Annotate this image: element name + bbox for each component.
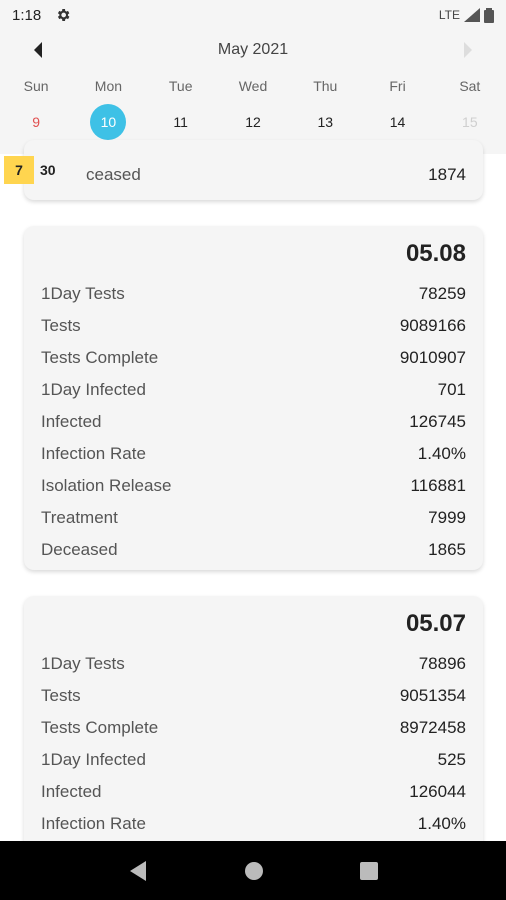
stat-row: Infection Rate 1.40% bbox=[41, 438, 466, 470]
weekday-label: Wed bbox=[238, 78, 268, 94]
stat-label: 1Day Tests bbox=[41, 654, 125, 673]
stat-row: 1Day Infected 525 bbox=[41, 744, 466, 776]
stat-row: Tests Complete 8972458 bbox=[41, 712, 466, 744]
stat-row: Infected 126745 bbox=[41, 406, 466, 438]
stat-row: 1Day Tests 78896 bbox=[41, 648, 466, 680]
stat-value: 1.40% bbox=[417, 444, 466, 463]
stat-value: 1.40% bbox=[417, 814, 466, 833]
badge-number: 7 bbox=[4, 156, 34, 184]
stat-label: Isolation Release bbox=[41, 476, 172, 495]
home-icon[interactable] bbox=[244, 861, 264, 881]
stat-label: Infection Rate bbox=[41, 814, 146, 833]
stat-label: Infected bbox=[41, 782, 102, 801]
signal-icon bbox=[464, 8, 480, 22]
weekday-label: Fri bbox=[389, 78, 406, 94]
network-type: LTE bbox=[438, 8, 460, 22]
calendar-day[interactable]: 13 bbox=[289, 102, 361, 142]
weekday-label: Sun bbox=[23, 78, 49, 94]
stats-card[interactable]: 05.08 1Day Tests 78259 Tests 9089166 Tests… bbox=[24, 226, 483, 570]
weekday-label: Mon bbox=[94, 78, 123, 94]
floating-badge: 7 30 bbox=[4, 156, 56, 184]
day-row: 9 10 11 12 13 14 15 bbox=[0, 102, 506, 142]
status-bar: 1:18 LTE bbox=[0, 0, 506, 30]
badge-count: 30 bbox=[40, 162, 56, 178]
stat-value: 7999 bbox=[428, 508, 466, 527]
stat-label: Infected bbox=[41, 412, 102, 431]
stat-row: Infected 126044 bbox=[41, 776, 466, 808]
calendar-day[interactable]: 9 bbox=[0, 102, 72, 142]
stat-value: 8972458 bbox=[399, 718, 466, 737]
stat-row: Treatment 7999 bbox=[41, 502, 466, 534]
stat-label: Tests Complete bbox=[41, 718, 159, 737]
stats-card-partial: ceased 1874 bbox=[24, 140, 483, 200]
stat-label: Tests bbox=[41, 316, 81, 335]
stat-label: Deceased bbox=[41, 540, 118, 559]
stat-row: Tests Complete 9010907 bbox=[41, 342, 466, 374]
week-calendar: May 2021 Sun Mon Tue Wed Thu Fri Sat 9 1… bbox=[0, 30, 506, 154]
stat-value: 116881 bbox=[410, 476, 466, 495]
stat-label: Tests Complete bbox=[41, 348, 159, 367]
back-icon[interactable] bbox=[128, 860, 148, 882]
weekday-label: Thu bbox=[313, 78, 338, 94]
card-date: 05.07 bbox=[405, 610, 466, 637]
calendar-day[interactable]: 11 bbox=[145, 102, 217, 142]
stat-row: Tests 9089166 bbox=[41, 310, 466, 342]
stat-value: 9051354 bbox=[399, 686, 466, 705]
chevron-right-icon[interactable] bbox=[460, 40, 476, 60]
stat-value: 78896 bbox=[418, 654, 466, 673]
stat-value: 9089166 bbox=[399, 316, 466, 335]
stat-label: 1Day Infected bbox=[41, 380, 146, 399]
stat-label: Tests bbox=[41, 686, 81, 705]
stat-row: ceased 1874 bbox=[41, 159, 466, 191]
month-title: May 2021 bbox=[217, 41, 289, 58]
calendar-day-selected[interactable]: 10 bbox=[72, 102, 144, 142]
stat-value: 78259 bbox=[418, 284, 466, 303]
stat-value: 1865 bbox=[428, 540, 466, 559]
calendar-day[interactable]: 12 bbox=[217, 102, 289, 142]
chevron-left-icon[interactable] bbox=[30, 40, 46, 60]
weekday-label: Tue bbox=[168, 78, 193, 94]
recents-icon[interactable] bbox=[360, 861, 378, 880]
stats-card[interactable]: 05.07 1Day Tests 78896 Tests 9051354 Tests… bbox=[24, 596, 483, 856]
calendar-day[interactable]: 14 bbox=[361, 102, 433, 142]
stat-value: 701 bbox=[437, 380, 466, 399]
battery-icon bbox=[484, 7, 494, 23]
stat-row: Deceased 1865 bbox=[41, 534, 466, 566]
stat-row: 1Day Infected 701 bbox=[41, 374, 466, 406]
stat-row: 1Day Tests 78259 bbox=[41, 278, 466, 310]
stat-label: 1Day Tests bbox=[41, 284, 125, 303]
gear-icon bbox=[58, 9, 70, 21]
weekday-row: Sun Mon Tue Wed Thu Fri Sat bbox=[0, 70, 506, 102]
stat-value: 126044 bbox=[409, 782, 466, 801]
status-time: 1:18 bbox=[12, 6, 42, 24]
stat-label: Treatment bbox=[41, 508, 118, 527]
calendar-day-disabled: 15 bbox=[462, 114, 478, 130]
weekday-label: Sat bbox=[459, 78, 481, 94]
stat-value: 1874 bbox=[428, 165, 466, 184]
stat-label: Infection Rate bbox=[41, 444, 146, 463]
stat-label: 1Day Infected bbox=[41, 750, 146, 769]
stat-row: Isolation Release 116881 bbox=[41, 470, 466, 502]
stat-value: 126745 bbox=[409, 412, 466, 431]
stat-row: Tests 9051354 bbox=[41, 680, 466, 712]
card-date: 05.08 bbox=[405, 240, 466, 267]
stat-value: 525 bbox=[437, 750, 466, 769]
calendar-header: May 2021 bbox=[0, 30, 506, 70]
navigation-bar bbox=[0, 841, 506, 900]
stat-row: Infection Rate 1.40% bbox=[41, 808, 466, 840]
stat-value: 9010907 bbox=[399, 348, 466, 367]
